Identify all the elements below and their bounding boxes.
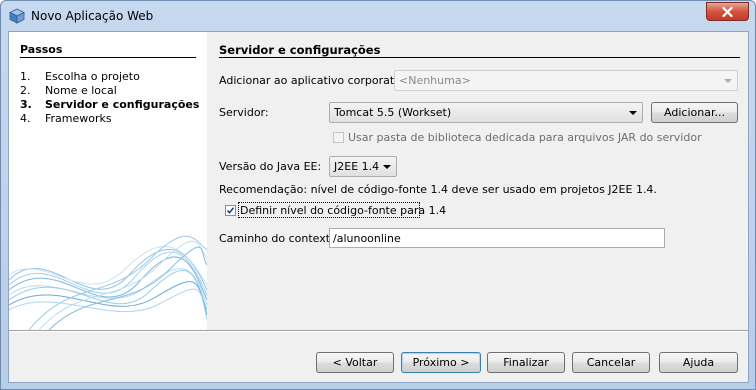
enterprise-app-value: <Nenhuma> — [399, 74, 471, 87]
source-level-checkbox[interactable] — [225, 205, 236, 216]
steps-divider — [20, 57, 196, 58]
back-button[interactable]: < Voltar — [316, 352, 394, 373]
step-label: Escolha o projeto — [45, 70, 140, 83]
recommendation-text: Recomendação: nível de código-fonte 1.4 … — [219, 183, 657, 196]
step-item: 2. Nome e local — [20, 84, 117, 97]
context-path-field[interactable] — [329, 228, 665, 248]
step-number: 2. — [20, 84, 31, 97]
step-label: Servidor e configurações — [45, 98, 200, 111]
step-number: 3. — [20, 98, 32, 111]
java-ee-select[interactable]: J2EE 1.4 — [329, 156, 397, 177]
title-bar[interactable]: Novo Aplicação Web — [1, 1, 755, 31]
dialog-client-area: Passos 1. Escolha o projeto 2. Nome e loca… — [8, 31, 749, 383]
context-path-input[interactable] — [330, 229, 664, 247]
chevron-down-icon — [724, 79, 732, 83]
window-title: Novo Aplicação Web — [31, 9, 154, 23]
cancel-button[interactable]: Cancelar — [572, 352, 650, 373]
enterprise-app-label: Adicionar ao aplicativo corporativo: — [219, 74, 415, 87]
chevron-down-icon — [383, 165, 391, 169]
java-ee-value: J2EE 1.4 — [334, 160, 380, 173]
step-label: Frameworks — [45, 112, 112, 125]
dedicated-lib-checkbox[interactable] — [333, 132, 344, 143]
help-button[interactable]: Ajuda — [659, 352, 738, 373]
add-server-button[interactable]: Adicionar... — [651, 102, 738, 123]
steps-title: Passos — [20, 43, 63, 56]
enterprise-app-select[interactable]: <Nenhuma> — [394, 70, 738, 91]
step-item-current: 3. Servidor e configurações — [20, 98, 199, 111]
server-value: Tomcat 5.5 (Workset) — [334, 106, 452, 119]
finish-button[interactable]: Finalizar — [487, 352, 565, 373]
step-item: 4. Frameworks — [20, 112, 112, 125]
source-level-label: Definir nível do código-fonte para 1.4 — [240, 204, 447, 217]
java-ee-label: Versão do Java EE: — [219, 160, 322, 173]
close-icon — [722, 7, 733, 17]
context-path-label: Caminho do contexto: — [219, 232, 341, 245]
dialog-window: Novo Aplicação Web Passos 1. Escolha o pr… — [0, 0, 756, 390]
steps-panel: Passos 1. Escolha o projeto 2. Nome e loca… — [9, 32, 207, 330]
step-item: 1. Escolha o projeto — [20, 70, 140, 83]
chevron-down-icon — [629, 111, 637, 115]
step-number: 1. — [20, 70, 31, 83]
close-window-button[interactable] — [706, 2, 749, 21]
step-label: Nome e local — [45, 84, 117, 97]
footer-separator — [9, 330, 748, 332]
next-button[interactable]: Próximo > — [401, 352, 481, 373]
step-number: 4. — [20, 112, 31, 125]
checkmark-icon — [226, 207, 235, 214]
server-select[interactable]: Tomcat 5.5 (Workset) — [329, 102, 643, 123]
dedicated-lib-label: Usar pasta de biblioteca dedicada para a… — [348, 131, 702, 144]
server-label: Servidor: — [219, 106, 269, 119]
wave-decoration-image — [9, 235, 207, 330]
content-title: Servidor e configurações — [219, 43, 381, 57]
content-divider — [219, 57, 740, 58]
netbeans-cube-icon — [9, 8, 25, 24]
